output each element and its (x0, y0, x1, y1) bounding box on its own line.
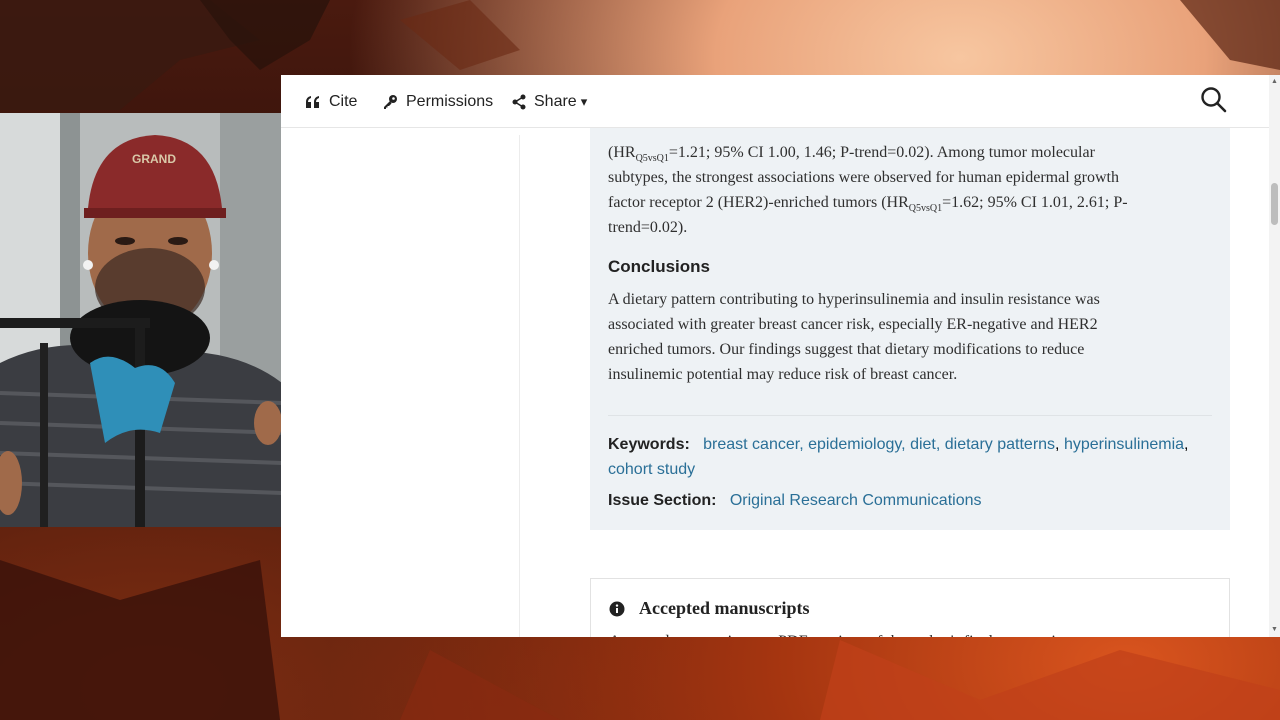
keywords-divider (608, 415, 1212, 416)
share-button[interactable]: Share ▾ (512, 91, 587, 113)
quote-icon (306, 96, 319, 108)
results-line-4: trend=0.02). (608, 219, 688, 236)
keyword-separator: , (1055, 436, 1060, 453)
conclusions-line-4: insulinemic potential may reduce risk of… (608, 366, 958, 383)
browser-page: Cite Permissions Share ▾ (HRQ5vsQ1=1.21;… (281, 75, 1280, 637)
vertical-scrollbar[interactable]: ▲ ▼ (1269, 75, 1280, 637)
conclusions-line-1: A dietary pattern contributing to hyperi… (608, 291, 1100, 308)
scroll-up-arrow-icon[interactable]: ▲ (1271, 78, 1278, 86)
results-paragraph: (HRQ5vsQ1=1.21; 95% CI 1.00, 1.46; P-tre… (608, 140, 1208, 240)
accepted-manuscripts-panel: Accepted manuscripts Accepted manuscript… (590, 578, 1230, 637)
article-toolbar: Cite Permissions Share ▾ (281, 75, 1280, 128)
permissions-label: Permissions (406, 93, 494, 110)
cite-button[interactable]: Cite (305, 91, 357, 113)
webcam-person-image: GRAND (0, 113, 282, 527)
key-icon (384, 95, 397, 109)
keywords-label: Keywords: (608, 436, 690, 453)
results-line-1: (HRQ5vsQ1=1.21; 95% CI 1.00, 1.46; P-tre… (608, 144, 1095, 165)
share-icon (512, 94, 526, 110)
svg-text:GRAND: GRAND (132, 152, 176, 166)
accepted-manuscripts-title: Accepted manuscripts (639, 598, 810, 618)
scroll-down-arrow-icon[interactable]: ▼ (1271, 626, 1278, 634)
conclusions-heading: Conclusions (608, 257, 711, 276)
sidebar-divider (519, 135, 520, 637)
accepted-manuscripts-heading: Accepted manuscripts (609, 598, 809, 619)
keywords-row: Keywords: breast cancer, epidemiology, d… (608, 432, 1208, 482)
keyword-separator: , (1184, 436, 1189, 453)
results-line-2: subtypes, the strongest associations wer… (608, 169, 1119, 186)
info-icon (609, 601, 625, 616)
accepted-manuscripts-text: Accepted manuscripts are PDF versions of… (609, 629, 1209, 637)
conclusions-line-3: enriched tumors. Our findings suggest th… (608, 341, 1085, 358)
issue-section-link[interactable]: Original Research Communications (730, 492, 982, 509)
keyword-link-group[interactable]: breast cancer, epidemiology, diet, dieta… (703, 436, 1055, 453)
permissions-button[interactable]: Permissions (382, 91, 493, 113)
keyword-link-hyperinsulinemia[interactable]: hyperinsulinemia (1064, 436, 1184, 453)
search-icon[interactable] (1200, 86, 1228, 114)
share-label: Share (534, 93, 577, 110)
conclusions-line-2: associated with greater breast cancer ri… (608, 316, 1098, 333)
chevron-down-icon: ▾ (580, 94, 588, 109)
webcam-overlay: GRAND (0, 113, 282, 527)
issue-section-row: Issue Section: Original Research Communi… (608, 488, 981, 513)
results-line-3: factor receptor 2 (HER2)-enriched tumors… (608, 194, 1128, 215)
abstract-section: (HRQ5vsQ1=1.21; 95% CI 1.00, 1.46; P-tre… (590, 128, 1230, 530)
issue-section-label: Issue Section: (608, 492, 717, 509)
conclusions-paragraph: A dietary pattern contributing to hyperi… (608, 287, 1208, 387)
keyword-link-cohort-study[interactable]: cohort study (608, 461, 695, 478)
cite-label: Cite (329, 93, 358, 110)
scrollbar-thumb[interactable] (1271, 183, 1278, 225)
